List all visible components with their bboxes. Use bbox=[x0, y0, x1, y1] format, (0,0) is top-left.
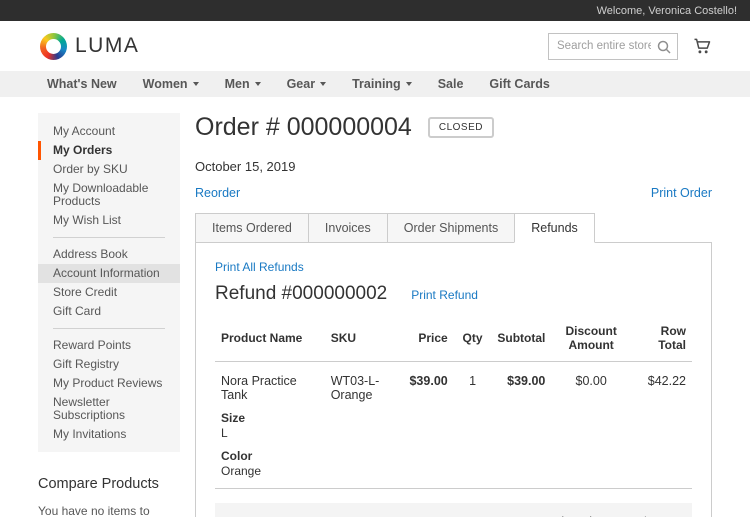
column-header-subtotal: Subtotal bbox=[491, 315, 552, 362]
reorder-link[interactable]: Reorder bbox=[195, 186, 240, 200]
tab-items-ordered[interactable]: Items Ordered bbox=[195, 213, 309, 243]
sidebar-item-my-account[interactable]: My Account bbox=[38, 122, 180, 141]
totals-row-subtotal: Subtotal $39.00 bbox=[227, 510, 680, 517]
sidebar-item-store-credit[interactable]: Store Credit bbox=[38, 283, 180, 302]
sidebar-item-my-invitations[interactable]: My Invitations bbox=[38, 425, 180, 444]
search-input[interactable] bbox=[557, 40, 651, 52]
option-label-color: Color bbox=[221, 449, 253, 463]
option-label-size: Size bbox=[221, 411, 246, 425]
column-header-price: Price bbox=[403, 315, 454, 362]
print-refund-link[interactable]: Print Refund bbox=[411, 288, 478, 302]
search-icon[interactable] bbox=[656, 39, 672, 60]
sidebar-divider bbox=[53, 328, 165, 329]
print-all-refunds-link[interactable]: Print All Refunds bbox=[215, 260, 304, 274]
sidebar-item-my-product-reviews[interactable]: My Product Reviews bbox=[38, 374, 180, 393]
cell-sku: WT03-L-Orange bbox=[324, 361, 404, 489]
column-header-discount-amount: Discount Amount bbox=[551, 315, 631, 362]
tab-refunds[interactable]: Refunds bbox=[514, 213, 595, 243]
sidebar-item-account-information[interactable]: Account Information bbox=[38, 264, 180, 283]
account-sidebar: My Account My Orders Order by SKU My Dow… bbox=[38, 113, 180, 517]
cell-qty: 1 bbox=[453, 361, 492, 489]
page-title: Order # 000000004 bbox=[195, 113, 412, 141]
search-box bbox=[548, 32, 678, 60]
refund-items-table: Product Name SKU Price Qty Subtotal Disc… bbox=[215, 315, 692, 489]
cell-row-total: $42.22 bbox=[630, 361, 692, 489]
header-right bbox=[548, 32, 712, 60]
welcome-message: Welcome, Veronica Costello! bbox=[596, 4, 737, 17]
print-order-link[interactable]: Print Order bbox=[651, 186, 712, 200]
refund-totals: Subtotal $39.00 Shipping & Handling $5.0… bbox=[215, 503, 692, 517]
column-header-qty: Qty bbox=[453, 315, 492, 362]
logo-text: LUMA bbox=[75, 34, 140, 57]
sidebar-divider bbox=[53, 237, 165, 238]
chevron-down-icon bbox=[320, 82, 327, 86]
option-value-color: Orange bbox=[221, 464, 262, 478]
page-body: My Account My Orders Order by SKU My Dow… bbox=[0, 97, 750, 517]
order-status-badge: CLOSED bbox=[427, 117, 494, 138]
order-header: Order # 000000004 CLOSED bbox=[195, 113, 712, 142]
order-date: October 15, 2019 bbox=[195, 159, 296, 174]
chevron-down-icon bbox=[192, 82, 199, 86]
account-nav: My Account My Orders Order by SKU My Dow… bbox=[38, 113, 180, 452]
table-header-row: Product Name SKU Price Qty Subtotal Disc… bbox=[215, 315, 692, 362]
option-value-size: L bbox=[221, 426, 228, 440]
chevron-down-icon bbox=[254, 82, 261, 86]
top-bar: Welcome, Veronica Costello! bbox=[0, 0, 750, 21]
cell-subtotal: $39.00 bbox=[491, 361, 552, 489]
cell-product-name: Nora Practice Tank Size L Color Orange bbox=[215, 361, 325, 489]
refunds-tab-content: Print All Refunds Refund #000000002 Prin… bbox=[195, 242, 712, 517]
cart-icon[interactable] bbox=[692, 36, 712, 56]
compare-products-title: Compare Products bbox=[38, 476, 159, 492]
nav-item-men[interactable]: Men bbox=[225, 77, 261, 91]
sidebar-item-my-downloadable-products[interactable]: My Downloadable Products bbox=[38, 179, 180, 211]
nav-item-gear[interactable]: Gear bbox=[287, 77, 327, 91]
cell-discount-amount: $0.00 bbox=[551, 361, 631, 489]
tab-order-shipments[interactable]: Order Shipments bbox=[386, 213, 516, 243]
nav-item-training[interactable]: Training bbox=[352, 77, 412, 91]
refund-title: Refund #000000002 bbox=[215, 283, 388, 304]
nav-item-women[interactable]: Women bbox=[143, 77, 199, 91]
totals-value: $39.00 bbox=[592, 510, 680, 517]
sidebar-item-my-orders[interactable]: My Orders bbox=[38, 141, 180, 160]
main-content: Order # 000000004 CLOSED October 15, 201… bbox=[195, 113, 712, 517]
cell-price: $39.00 bbox=[403, 361, 454, 489]
store-logo[interactable]: LUMA bbox=[40, 32, 140, 60]
nav-item-gift-cards[interactable]: Gift Cards bbox=[489, 77, 549, 91]
sidebar-item-reward-points[interactable]: Reward Points bbox=[38, 336, 180, 355]
header: LUMA bbox=[0, 21, 750, 71]
sidebar-item-newsletter-subscriptions[interactable]: Newsletter Subscriptions bbox=[38, 393, 180, 425]
sidebar-item-my-wish-list[interactable]: My Wish List bbox=[38, 211, 180, 230]
refund-header: Refund #000000002 Print Refund bbox=[215, 283, 692, 305]
luma-logo-icon bbox=[40, 32, 67, 60]
main-nav: What's New Women Men Gear Training Sale … bbox=[0, 71, 750, 97]
sidebar-item-address-book[interactable]: Address Book bbox=[38, 245, 180, 264]
order-tabs: Items Ordered Invoices Order Shipments R… bbox=[195, 213, 712, 243]
nav-item-whats-new[interactable]: What's New bbox=[47, 77, 117, 91]
order-actions: Reorder Print Order bbox=[195, 186, 712, 200]
item-options: Size L Color Orange bbox=[221, 411, 319, 478]
chevron-down-icon bbox=[405, 82, 412, 86]
table-row: Nora Practice Tank Size L Color Orange W… bbox=[215, 361, 692, 489]
column-header-sku: SKU bbox=[324, 315, 404, 362]
tab-invoices[interactable]: Invoices bbox=[307, 213, 388, 243]
nav-item-sale[interactable]: Sale bbox=[438, 77, 464, 91]
totals-label: Subtotal bbox=[227, 510, 592, 517]
sidebar-item-gift-card[interactable]: Gift Card bbox=[38, 302, 180, 321]
column-header-product-name: Product Name bbox=[215, 315, 325, 362]
sidebar-item-order-by-sku[interactable]: Order by SKU bbox=[38, 160, 180, 179]
compare-products-empty-text: You have no items to compare. bbox=[38, 504, 150, 517]
sidebar-item-gift-registry[interactable]: Gift Registry bbox=[38, 355, 180, 374]
column-header-row-total: Row Total bbox=[630, 315, 692, 362]
